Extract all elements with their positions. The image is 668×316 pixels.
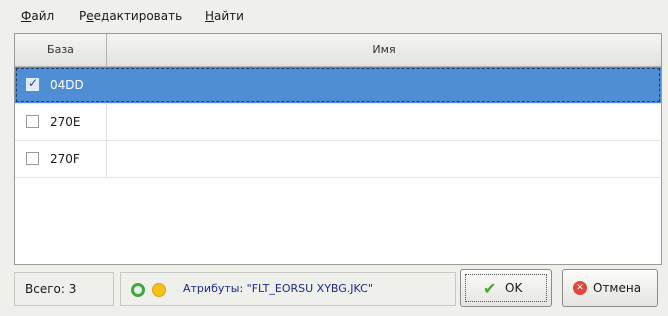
menu-edit[interactable]: Реедактировать bbox=[79, 9, 182, 23]
column-header-name[interactable]: Имя bbox=[107, 34, 661, 66]
table-row[interactable]: 270F bbox=[15, 141, 661, 178]
cell-base: 270F bbox=[15, 141, 107, 177]
total-count: Всего: 3 bbox=[14, 272, 114, 306]
row-checkbox[interactable] bbox=[26, 115, 39, 128]
table-row[interactable]: 270E bbox=[15, 104, 661, 141]
menu-find-label: айти bbox=[214, 9, 244, 23]
table-row[interactable]: 04DD bbox=[15, 67, 661, 104]
menu-find-mnemonic: Н bbox=[205, 9, 215, 23]
menu-edit-mnemonic: е bbox=[86, 9, 94, 23]
menu-file-label: айл bbox=[31, 9, 55, 23]
menu-file[interactable]: Файл bbox=[21, 9, 54, 23]
attributes-text: Атрибуты: "FLT_EORSU XYBG.JKC" bbox=[183, 282, 373, 295]
table-header: База Имя bbox=[15, 34, 661, 67]
menu-bar: Файл Реедактировать Найти bbox=[0, 0, 668, 30]
yellow-status-icon bbox=[152, 283, 166, 297]
cancel-button[interactable]: ✕ Отмена bbox=[562, 269, 658, 307]
status-bar: Всего: 3 Атрибуты: "FLT_EORSU XYBG.JKC" … bbox=[0, 266, 668, 316]
ok-button[interactable]: ✔ OK bbox=[460, 269, 552, 307]
column-header-base[interactable]: База bbox=[15, 34, 107, 66]
row-base-code: 270E bbox=[50, 115, 81, 129]
cell-base: 04DD bbox=[15, 67, 107, 103]
menu-file-mnemonic: Ф bbox=[21, 9, 32, 23]
row-base-code: 270F bbox=[50, 152, 80, 166]
green-status-icon bbox=[131, 283, 145, 297]
items-table: База Имя 04DD 270E 270F bbox=[14, 33, 662, 265]
row-base-code: 04DD bbox=[50, 78, 84, 92]
attributes-panel: Атрибуты: "FLT_EORSU XYBG.JKC" bbox=[120, 272, 456, 306]
cell-base: 270E bbox=[15, 104, 107, 140]
stop-icon: ✕ bbox=[573, 281, 587, 295]
checkmark-icon: ✔ bbox=[483, 279, 497, 298]
row-checkbox[interactable] bbox=[26, 76, 39, 91]
ok-button-label: OK bbox=[505, 281, 523, 295]
row-checkbox[interactable] bbox=[26, 152, 39, 165]
menu-edit-label: едактировать bbox=[93, 9, 183, 23]
menu-find[interactable]: Найти bbox=[205, 9, 244, 23]
cancel-button-label: Отмена bbox=[593, 281, 642, 295]
